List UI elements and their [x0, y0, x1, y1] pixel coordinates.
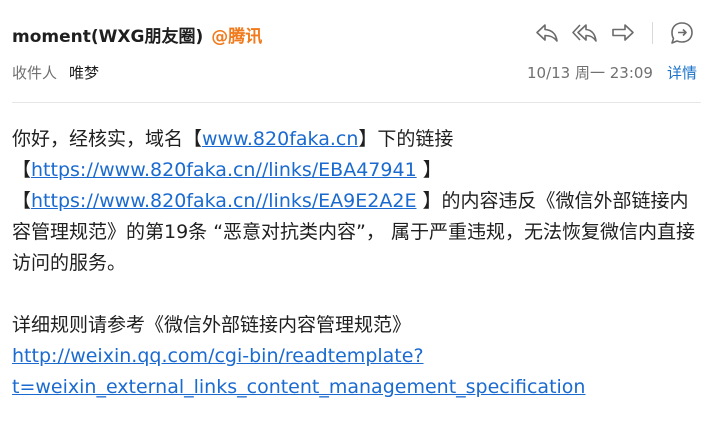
email-header: moment(WXG朋友圈) @腾讯 收件人 唯梦 10/13 周一 23:09…	[0, 0, 711, 103]
sender-line: moment(WXG朋友圈) @腾讯	[12, 22, 262, 47]
more-options-icon	[671, 22, 693, 44]
body-text: 你好，经核实，域名【	[12, 128, 203, 150]
toolbar-divider	[652, 22, 653, 44]
recipient-line: 收件人 唯梦	[12, 62, 99, 83]
body-text: 】下的链接	[358, 128, 454, 150]
spec-link[interactable]: http://weixin.qq.com/cgi-bin/readtemplat…	[12, 345, 585, 398]
flagged-link-2[interactable]: https://www.820faka.cn//links/EA9E2A2E	[31, 190, 416, 212]
more-options-button[interactable]	[667, 18, 697, 48]
meta-right: 10/13 周一 23:09 详情	[527, 62, 697, 83]
forward-button[interactable]	[608, 18, 638, 48]
reply-all-button[interactable]	[570, 18, 600, 48]
email-toolbar	[524, 18, 697, 48]
sender-org: @腾讯	[211, 27, 263, 47]
recipient-name[interactable]: 唯梦	[69, 64, 99, 82]
body-text: 详细规则请参考《微信外部链接内容管理规范》	[12, 314, 412, 336]
reply-icon	[536, 24, 558, 42]
body-paragraph-2: 详细规则请参考《微信外部链接内容管理规范》 http://weixin.qq.co…	[12, 310, 702, 403]
bracket-open: 【	[12, 190, 32, 212]
details-link[interactable]: 详情	[667, 64, 697, 82]
domain-link[interactable]: www.820faka.cn	[202, 128, 358, 150]
body-paragraph-1: 你好，经核实，域名【www.820faka.cn】下的链接 【https://ww…	[12, 124, 702, 279]
header-divider	[12, 102, 701, 103]
email-body: 你好，经核实，域名【www.820faka.cn】下的链接 【https://ww…	[12, 124, 702, 434]
recipient-label: 收件人	[12, 64, 58, 82]
reply-button[interactable]	[532, 18, 562, 48]
reply-all-icon	[572, 24, 597, 42]
flagged-link-1[interactable]: https://www.820faka.cn//links/EBA47941	[31, 159, 417, 181]
sender-name[interactable]: moment(WXG朋友圈)	[12, 27, 203, 47]
bracket-close: 】	[416, 159, 442, 181]
email-datetime: 10/13 周一 23:09	[526, 64, 653, 82]
forward-icon	[612, 24, 634, 41]
bracket-open: 【	[12, 159, 32, 181]
